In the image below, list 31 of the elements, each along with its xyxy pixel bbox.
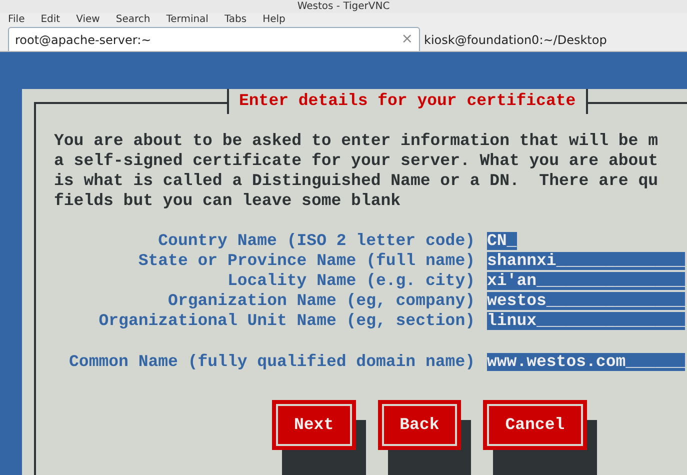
- terminal-tab[interactable]: root@apache-server:~ ×: [8, 27, 420, 51]
- menu-item[interactable]: Search: [116, 13, 150, 27]
- terminal-tab[interactable]: kiosk@foundation0:~/Desktop: [420, 29, 687, 51]
- window-title: Westos - TigerVNC: [297, 0, 390, 13]
- field-label: Common Name (fully qualified domain name): [68, 350, 475, 373]
- field-label: Locality Name (e.g. city): [226, 270, 475, 292]
- field-label: Organization Name (eg, company): [167, 290, 475, 312]
- intro-text: is what is called a Distinguished Name or a DN. There are qu: [54, 171, 659, 191]
- field-label: State or Province Name (full name): [137, 250, 475, 272]
- close-icon[interactable]: ×: [401, 29, 413, 50]
- input-field[interactable]: linux_______________: [487, 312, 686, 330]
- menu-item[interactable]: Edit: [40, 13, 60, 27]
- field-label: Organizational Unit Name (eg, section): [98, 310, 475, 332]
- dialog-button[interactable]: Next: [272, 400, 356, 450]
- intro-text: fields but you can leave some blank: [54, 191, 402, 211]
- input-field[interactable]: xi'an_______________: [487, 272, 686, 290]
- intro-text: You are about to be asked to enter information that will be m: [54, 131, 659, 151]
- input-field[interactable]: shannxi_____________: [487, 252, 686, 270]
- menu-item[interactable]: Tabs: [224, 13, 247, 27]
- menu-item[interactable]: Terminal: [166, 13, 208, 27]
- intro-text: a self-signed certificate for your server. What you are about: [54, 151, 659, 171]
- input-field[interactable]: westos______________: [487, 292, 686, 310]
- dialog-button[interactable]: Back: [378, 400, 462, 450]
- dialog-title: Enter details for your certificate: [239, 90, 576, 112]
- menu-item[interactable]: File: [8, 13, 25, 27]
- field-label: Country Name (ISO 2 letter code): [157, 230, 475, 252]
- menu-item[interactable]: Help: [262, 13, 286, 27]
- input-field[interactable]: www.westos.com______: [487, 353, 686, 371]
- input-field[interactable]: CN_: [487, 232, 517, 250]
- menu-item[interactable]: View: [76, 13, 100, 27]
- dialog-button[interactable]: Cancel: [483, 400, 587, 450]
